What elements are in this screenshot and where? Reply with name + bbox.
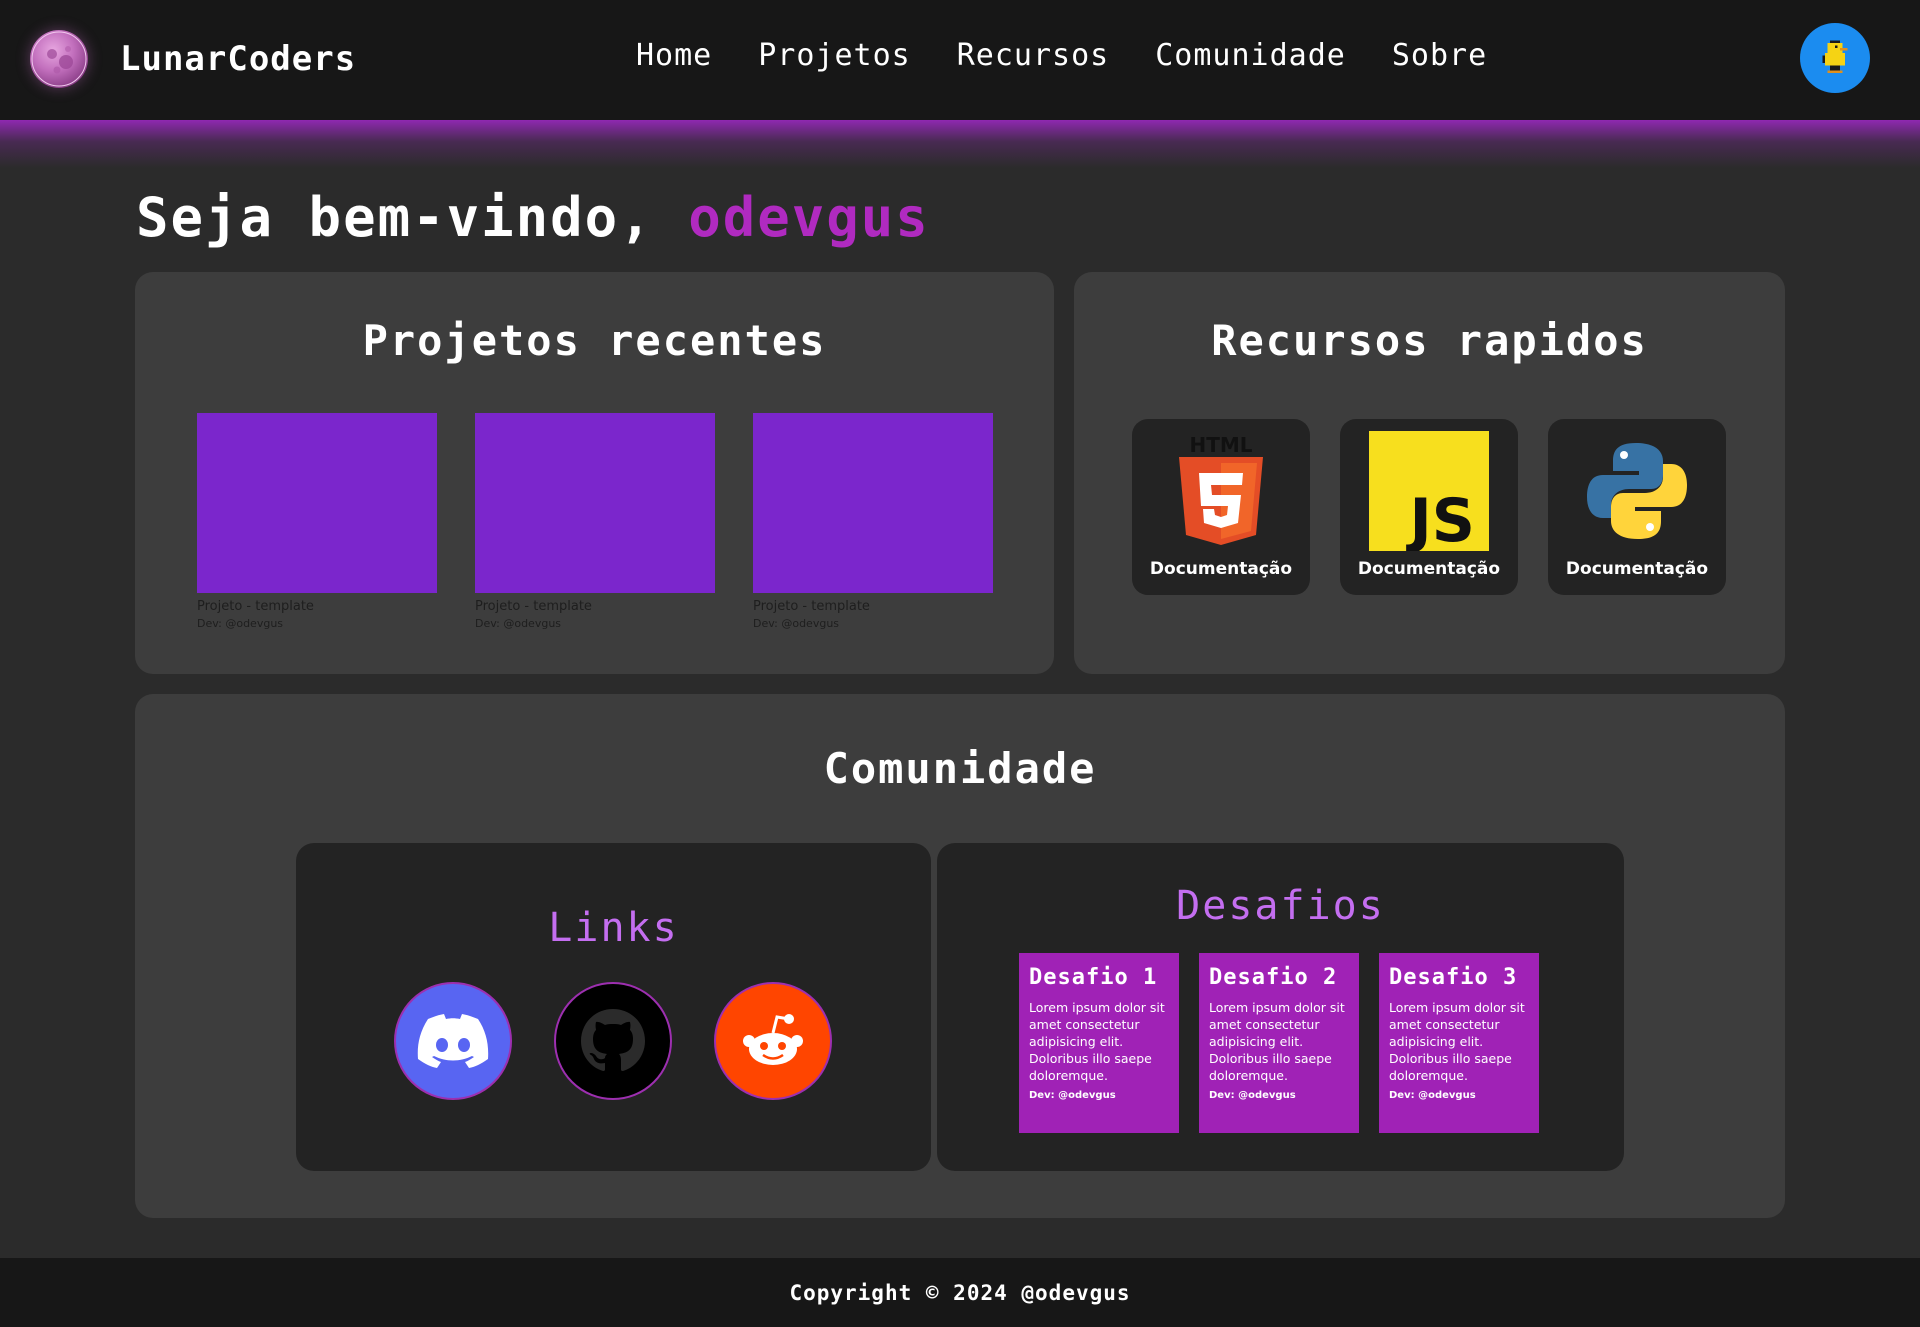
challenges-panel: Desafios Desafio 1 Lorem ipsum dolor sit… xyxy=(937,843,1624,1171)
python-icon xyxy=(1587,443,1687,539)
resource-card-python[interactable]: Documentação xyxy=(1548,419,1726,595)
project-name: Projeto - template xyxy=(753,599,870,614)
project-thumbnail xyxy=(753,413,993,593)
challenge-title: Desafio 1 xyxy=(1029,965,1158,990)
copyright-text: Copyright © 2024 @odevgus xyxy=(789,1280,1131,1305)
welcome-username: odevgus xyxy=(688,186,930,249)
project-thumbnail xyxy=(475,413,715,593)
resource-label: Documentação xyxy=(1565,559,1709,579)
challenge-card[interactable]: Desafio 3 Lorem ipsum dolor sit amet con… xyxy=(1379,953,1539,1133)
discord-icon xyxy=(417,1014,489,1068)
community-title: Comunidade xyxy=(823,744,1097,793)
pixel-duck-icon xyxy=(1822,40,1848,73)
nav-sobre[interactable]: Sobre xyxy=(1392,38,1487,73)
resource-card-js[interactable]: JS Documentação xyxy=(1340,419,1518,595)
nav-comunidade[interactable]: Comunidade xyxy=(1155,38,1346,73)
header-glow xyxy=(0,120,1920,168)
project-name: Projeto - template xyxy=(197,599,314,614)
nav-recursos[interactable]: Recursos xyxy=(957,38,1110,73)
project-dev: Dev: @odevgus xyxy=(475,617,562,630)
javascript-icon: JS xyxy=(1369,431,1489,551)
quick-resources-title: Recursos rapidos xyxy=(1211,316,1648,365)
challenge-title: Desafio 2 xyxy=(1209,965,1338,990)
challenge-card[interactable]: Desafio 1 Lorem ipsum dolor sit amet con… xyxy=(1019,953,1179,1133)
main-nav: Home Projetos Recursos Comunidade Sobre xyxy=(636,38,1533,73)
project-thumbnail xyxy=(197,413,437,593)
challenge-dev: Dev: @odevgus xyxy=(1389,1090,1476,1101)
challenge-dev: Dev: @odevgus xyxy=(1209,1090,1296,1101)
reddit-link[interactable] xyxy=(714,982,832,1100)
links-panel: Links xyxy=(296,843,931,1171)
project-name: Projeto - template xyxy=(475,599,592,614)
top-header: LunarCoders Home Projetos Recursos Comun… xyxy=(0,0,1920,120)
html5-icon: HTML xyxy=(1179,433,1263,545)
footer: Copyright © 2024 @odevgus xyxy=(0,1258,1920,1327)
html-badge: HTML xyxy=(1189,433,1252,457)
moon-logo-icon xyxy=(30,30,88,88)
welcome-heading: Seja bem-vindo, odevgus xyxy=(136,186,930,249)
welcome-greeting: Seja bem-vindo, xyxy=(136,186,654,249)
recent-projects-title: Projetos recentes xyxy=(362,316,827,365)
community-panel: Comunidade Links Desafios Desafio 1 Lore… xyxy=(135,694,1785,1218)
resource-card-html[interactable]: HTML Documentação xyxy=(1132,419,1310,595)
reddit-icon xyxy=(743,1014,803,1065)
github-link[interactable] xyxy=(554,982,672,1100)
project-card[interactable]: Projeto - template Dev: @odevgus xyxy=(197,413,437,630)
challenges-title: Desafios xyxy=(1176,883,1385,929)
challenge-description: Lorem ipsum dolor sit amet consectetur a… xyxy=(1209,1000,1345,1083)
nav-home[interactable]: Home xyxy=(636,38,712,73)
challenge-dev: Dev: @odevgus xyxy=(1029,1090,1116,1101)
project-dev: Dev: @odevgus xyxy=(753,617,840,630)
challenge-description: Lorem ipsum dolor sit amet consectetur a… xyxy=(1389,1000,1525,1083)
project-card[interactable]: Projeto - template Dev: @odevgus xyxy=(753,413,993,630)
challenge-title: Desafio 3 xyxy=(1389,965,1518,990)
challenge-description: Lorem ipsum dolor sit amet consectetur a… xyxy=(1029,1000,1165,1083)
quick-resources-panel: Recursos rapidos HTML Documentação JS Do… xyxy=(1074,272,1785,674)
discord-link[interactable] xyxy=(394,982,512,1100)
recent-projects-panel: Projetos recentes Projeto - template Dev… xyxy=(135,272,1054,674)
brand[interactable]: LunarCoders xyxy=(30,30,356,88)
project-card[interactable]: Projeto - template Dev: @odevgus xyxy=(475,413,715,630)
project-dev: Dev: @odevgus xyxy=(197,617,284,630)
brand-name: LunarCoders xyxy=(120,39,357,79)
js-badge: JS xyxy=(1405,486,1475,551)
github-icon xyxy=(581,1009,645,1071)
nav-projetos[interactable]: Projetos xyxy=(758,38,911,73)
resource-label: Documentação xyxy=(1149,559,1293,579)
links-title: Links xyxy=(548,905,679,951)
resource-label: Documentação xyxy=(1357,559,1501,579)
challenge-card[interactable]: Desafio 2 Lorem ipsum dolor sit amet con… xyxy=(1199,953,1359,1133)
user-avatar[interactable] xyxy=(1800,23,1870,93)
